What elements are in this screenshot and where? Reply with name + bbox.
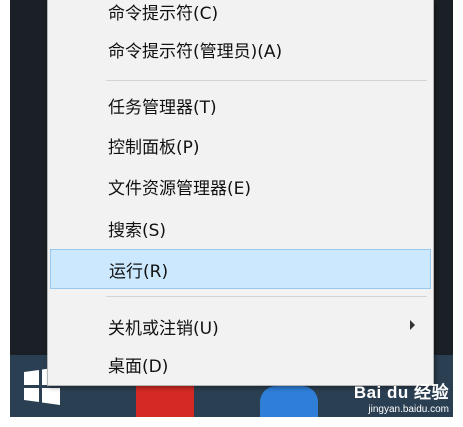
menu-item-command-prompt[interactable]: 命令提示符(C) [50, 0, 431, 30]
menu-separator [106, 80, 427, 81]
menu-item-label: 桌面(D) [108, 356, 169, 377]
menu-item-label: 搜索(S) [108, 220, 167, 241]
menu-item-label: 控制面板(P) [108, 137, 200, 158]
menu-item-shutdown-signout[interactable]: 关机或注销(U) [50, 307, 431, 345]
winx-context-menu: 命令提示符(C) 命令提示符(管理员)(A) 任务管理器(T) 控制面板(P) … [47, 0, 434, 386]
blue-app-icon[interactable] [260, 386, 318, 417]
menu-item-file-explorer[interactable]: 文件资源管理器(E) [50, 167, 431, 205]
watermark-url: jingyan.baidu.com [368, 404, 449, 415]
menu-item-control-panel[interactable]: 控制面板(P) [50, 126, 431, 164]
submenu-arrow-icon [410, 320, 415, 330]
menu-item-label: 文件资源管理器(E) [108, 178, 252, 199]
menu-separator [106, 296, 427, 297]
menu-item-command-prompt-admin[interactable]: 命令提示符(管理员)(A) [50, 30, 431, 68]
watermark-logo-text: Bai du 经验 [353, 383, 449, 402]
menu-item-label: 关机或注销(U) [108, 318, 219, 339]
menu-item-label: 命令提示符(管理员)(A) [108, 41, 283, 62]
menu-item-run[interactable]: 运行(R) [50, 249, 431, 289]
baidu-jingyan-watermark: Bai du 经验 jingyan.baidu.com [354, 378, 449, 415]
menu-item-task-manager[interactable]: 任务管理器(T) [50, 86, 431, 124]
menu-item-search[interactable]: 搜索(S) [50, 209, 431, 247]
menu-item-label: 命令提示符(C) [108, 3, 219, 24]
menu-item-label: 任务管理器(T) [108, 97, 217, 118]
menu-item-label: 运行(R) [109, 261, 169, 282]
